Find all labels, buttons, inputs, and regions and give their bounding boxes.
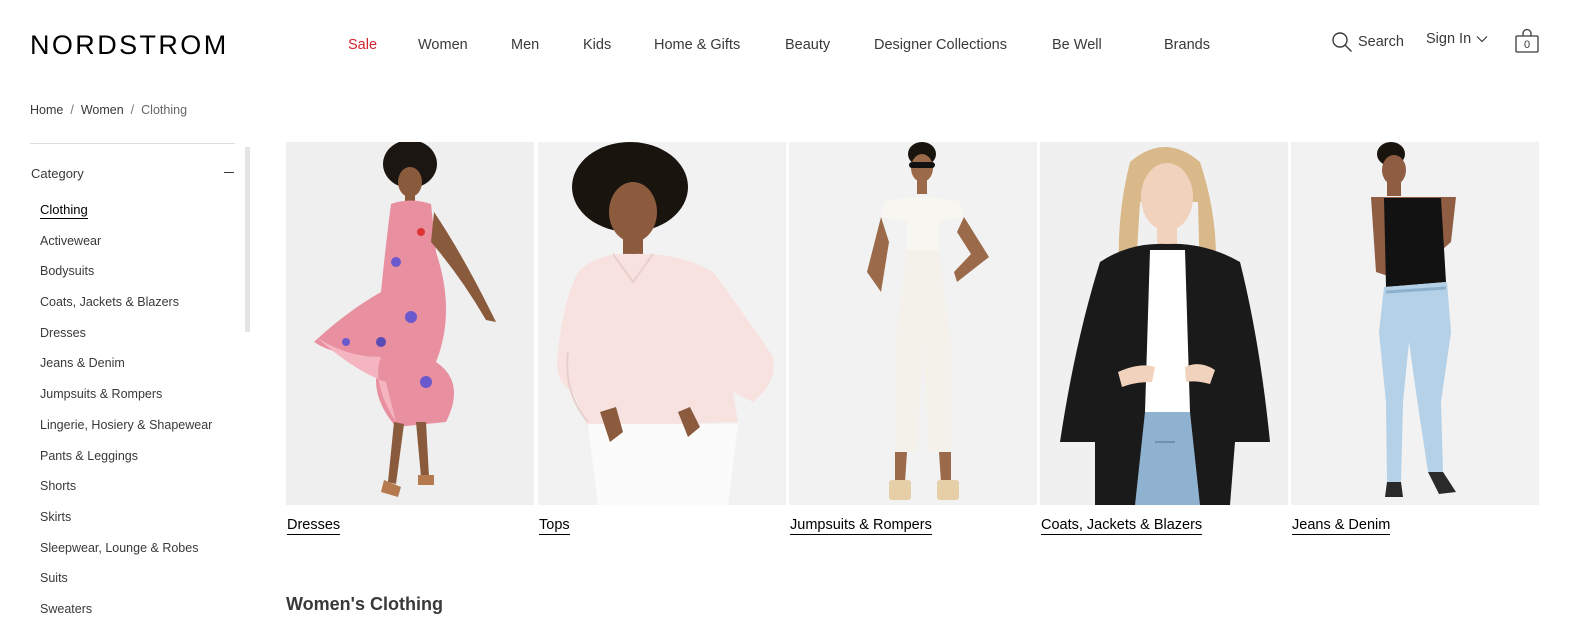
shopping-bag-button[interactable]: 0 <box>1514 28 1540 54</box>
category-tile-tops[interactable]: Tops <box>538 142 786 535</box>
sign-in-button[interactable]: Sign In <box>1426 31 1488 47</box>
nav-sale[interactable]: Sale <box>348 37 377 53</box>
section-title: Women's Clothing <box>286 594 443 614</box>
breadcrumb-separator: / <box>70 103 74 117</box>
nav-brands[interactable]: Brands <box>1164 37 1210 53</box>
jumpsuits-image[interactable] <box>789 142 1037 505</box>
category-item-jeans[interactable]: Jeans & Denim <box>40 355 212 386</box>
nav-men[interactable]: Men <box>511 37 539 53</box>
coats-image[interactable] <box>1040 142 1288 505</box>
nordstrom-logo[interactable]: NORDSTROM <box>30 30 229 61</box>
category-item-clothing[interactable]: Clothing <box>40 202 212 233</box>
category-filter: Category Clothing Activewear Bodysuits C… <box>30 143 235 616</box>
category-item-bodysuits[interactable]: Bodysuits <box>40 263 212 294</box>
bag-count: 0 <box>1523 39 1531 51</box>
category-item-lingerie[interactable]: Lingerie, Hosiery & Shapewear <box>40 417 212 448</box>
nav-women[interactable]: Women <box>418 37 468 53</box>
nav-beauty[interactable]: Beauty <box>785 37 830 53</box>
category-item-shorts[interactable]: Shorts <box>40 478 212 509</box>
category-item-jumpsuits[interactable]: Jumpsuits & Rompers <box>40 386 212 417</box>
jeans-link[interactable]: Jeans & Denim <box>1292 516 1391 535</box>
breadcrumb-clothing: Clothing <box>141 103 188 117</box>
category-item-activewear[interactable]: Activewear <box>40 233 212 264</box>
nav-kids[interactable]: Kids <box>583 37 611 53</box>
category-tile-coats[interactable]: Coats, Jackets & Blazers <box>1040 142 1288 535</box>
category-item-sleepwear[interactable]: Sleepwear, Lounge & Robes <box>40 540 212 571</box>
breadcrumb: Home / Women / Clothing <box>30 103 187 117</box>
tops-image[interactable] <box>538 142 786 505</box>
collapse-icon <box>224 172 234 173</box>
category-tile-jumpsuits[interactable]: Jumpsuits & Rompers <box>789 142 1037 535</box>
category-item-dresses[interactable]: Dresses <box>40 325 212 356</box>
sign-in-label: Sign In <box>1426 31 1472 47</box>
nav-be-well[interactable]: Be Well <box>1052 37 1102 53</box>
sidebar-scrollbar[interactable] <box>245 147 250 332</box>
category-item-coats[interactable]: Coats, Jackets & Blazers <box>40 294 212 325</box>
dresses-image[interactable] <box>286 142 534 505</box>
category-heading: Category <box>31 166 84 181</box>
category-toggle[interactable]: Category <box>30 144 235 204</box>
tops-link[interactable]: Tops <box>539 516 570 535</box>
breadcrumb-women[interactable]: Women <box>81 103 124 117</box>
breadcrumb-separator: / <box>130 103 135 117</box>
category-list: Clothing Activewear Bodysuits Coats, Jac… <box>40 202 212 625</box>
jeans-image[interactable] <box>1291 142 1539 505</box>
search-label: Search <box>1358 34 1404 50</box>
category-item-skirts[interactable]: Skirts <box>40 509 212 540</box>
category-item-suits[interactable]: Suits <box>40 570 212 601</box>
coats-link[interactable]: Coats, Jackets & Blazers <box>1041 516 1203 535</box>
category-tile-dresses[interactable]: Dresses <box>286 142 534 535</box>
nav-home-gifts[interactable]: Home & Gifts <box>654 37 740 53</box>
chevron-down-icon <box>1476 36 1488 43</box>
category-item-pants[interactable]: Pants & Leggings <box>40 448 212 479</box>
search-icon <box>1332 32 1352 52</box>
breadcrumb-home[interactable]: Home <box>30 103 63 117</box>
dresses-link[interactable]: Dresses <box>287 516 341 535</box>
search-button[interactable]: Search <box>1331 31 1404 53</box>
jumpsuits-link[interactable]: Jumpsuits & Rompers <box>790 516 932 535</box>
category-tile-jeans[interactable]: Jeans & Denim <box>1291 142 1539 535</box>
category-item-sweaters[interactable]: Sweaters <box>40 601 212 625</box>
nav-designer-collections[interactable]: Designer Collections <box>874 37 1007 53</box>
